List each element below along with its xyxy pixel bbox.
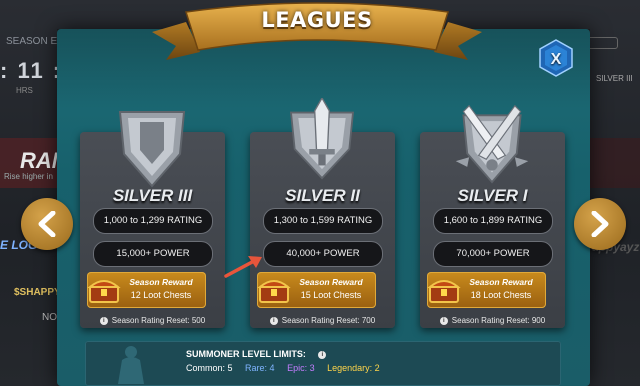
epic-limit: Epic: 3	[287, 363, 315, 373]
common-limit: Common: 5	[186, 363, 233, 373]
reward-chests: 15 Loot Chests	[300, 290, 362, 300]
previous-league-button[interactable]	[21, 198, 73, 250]
summoner-limits: Common: 5 Rare: 4 Epic: 3 Legendary: 2	[186, 363, 390, 373]
background-timer: : 11 :	[0, 58, 63, 83]
summoner-info-icon[interactable]: i	[318, 350, 327, 359]
season-reward-box: Season Reward 12 Loot Chests	[87, 272, 206, 308]
info-icon: i	[269, 316, 278, 325]
rating-reset-text: Season Rating Reset: 700	[281, 316, 376, 325]
silver-1-emblem-icon	[455, 104, 529, 184]
reward-chests: 18 Loot Chests	[470, 290, 532, 300]
background-no-label: NO	[42, 312, 57, 323]
background-silver-label: SILVER III	[596, 74, 633, 83]
treasure-chest-icon	[427, 280, 461, 303]
background-hrs-label: HRS	[16, 86, 33, 95]
rating-range: 1,600 to 1,899 RATING	[433, 208, 553, 234]
league-name: SILVER II	[285, 186, 360, 205]
rare-limit: Rare: 4	[245, 363, 275, 373]
rating-reset: i Season Rating Reset: 900	[420, 316, 565, 325]
chevron-right-icon	[591, 211, 609, 237]
rating-range: 1,300 to 1,599 RATING	[263, 208, 383, 234]
silver-3-emblem-icon	[118, 111, 186, 188]
background-pill	[586, 37, 618, 49]
modal-title: LEAGUES	[261, 8, 373, 32]
reward-chests: 12 Loot Chests	[130, 290, 192, 300]
summoner-title: SUMMONER LEVEL LIMITS: i	[186, 349, 330, 359]
background-shappy: $SHAPPY	[14, 287, 61, 298]
power-requirement: 40,000+ POWER	[263, 241, 383, 267]
info-icon: i	[99, 316, 108, 325]
league-name: SILVER III	[112, 186, 193, 205]
background-rank-sub: Rise higher in	[4, 172, 53, 181]
silver-2-emblem-icon	[290, 98, 354, 180]
next-league-button[interactable]	[574, 198, 626, 250]
info-icon: i	[439, 316, 448, 325]
power-requirement: 70,000+ POWER	[433, 241, 553, 267]
power-requirement: 15,000+ POWER	[93, 241, 213, 267]
rating-reset: i Season Rating Reset: 700	[250, 316, 395, 325]
background-season-label: SEASON E	[6, 36, 58, 47]
season-reward-box: Season Reward 15 Loot Chests	[257, 272, 376, 308]
reward-title: Season Reward	[299, 277, 363, 287]
season-reward-box: Season Reward 18 Loot Chests	[427, 272, 546, 308]
close-label: X	[550, 51, 562, 68]
annotation-arrow-icon	[224, 256, 262, 278]
rating-reset: i Season Rating Reset: 500	[80, 316, 225, 325]
summoner-title-text: SUMMONER LEVEL LIMITS:	[186, 349, 306, 359]
legendary-limit: Legendary: 2	[327, 363, 380, 373]
rating-range: 1,000 to 1,299 RATING	[93, 208, 213, 234]
reward-title: Season Reward	[469, 277, 533, 287]
reward-title: Season Reward	[129, 277, 193, 287]
league-name: SILVER I	[457, 186, 528, 205]
treasure-chest-icon	[87, 280, 121, 303]
chevron-left-icon	[38, 211, 56, 237]
rating-reset-text: Season Rating Reset: 900	[451, 316, 546, 325]
rating-reset-text: Season Rating Reset: 500	[111, 316, 206, 325]
summoner-silhouette-icon	[118, 346, 144, 384]
